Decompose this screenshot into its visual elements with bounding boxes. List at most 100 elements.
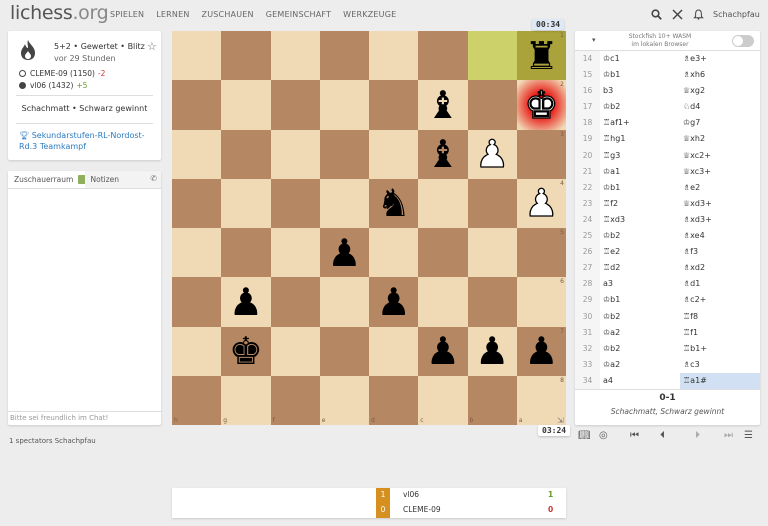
black-piece[interactable]: ♟ [369, 277, 418, 326]
team-row[interactable]: 1 vl06 1 [172, 488, 566, 503]
move-black[interactable]: ♕xd3+ [680, 196, 760, 212]
move-black[interactable]: ♗xd3+ [680, 212, 760, 228]
move-white[interactable]: ♖af1+ [600, 115, 680, 131]
board-square[interactable] [270, 326, 320, 376]
prev-move-icon[interactable]: ⏴︎ [660, 430, 665, 441]
team-row[interactable]: 0 CLEME-09 0 [172, 503, 566, 518]
tab-notes[interactable]: Notizen ✆ [84, 171, 161, 188]
move-black[interactable]: ♖f8 [680, 309, 760, 325]
board-square[interactable] [319, 31, 369, 81]
move-black[interactable]: ♖f1 [680, 325, 760, 341]
nav-lernen[interactable]: LERNEN [156, 10, 189, 19]
board-square[interactable] [418, 375, 468, 425]
board-square[interactable] [221, 31, 271, 81]
book-icon[interactable]: 📖︎ [578, 430, 591, 441]
board-square[interactable] [369, 31, 419, 81]
black-piece[interactable]: ♝ [418, 80, 467, 129]
board-square[interactable] [319, 178, 369, 228]
board-square[interactable] [369, 80, 419, 130]
first-move-icon[interactable]: ⏮︎ [630, 430, 639, 441]
black-piece[interactable]: ♟ [418, 327, 467, 376]
board-square[interactable] [369, 228, 419, 278]
board-square[interactable] [467, 375, 517, 425]
board-square[interactable] [270, 228, 320, 278]
engine-toggle[interactable] [732, 35, 754, 47]
board-square[interactable] [319, 375, 369, 425]
move-white[interactable]: ♖g3 [600, 148, 680, 164]
tournament-link[interactable]: 🏆︎ Sekundarstufen-RL-Nordost- Rd.3 Teamka… [19, 130, 145, 152]
move-black[interactable]: ♗e2 [680, 180, 760, 196]
board-square[interactable] [467, 277, 517, 327]
board-square[interactable] [270, 129, 320, 179]
board-square[interactable] [418, 228, 468, 278]
move-white[interactable]: ♖xd3 [600, 212, 680, 228]
board-square[interactable] [270, 277, 320, 327]
next-move-icon[interactable]: ⏵︎ [695, 430, 700, 441]
black-piece[interactable]: ♟ [517, 327, 566, 376]
move-white[interactable]: ♖d2 [600, 260, 680, 276]
board-square[interactable] [221, 178, 271, 228]
move-white[interactable]: ♔a1 [600, 164, 680, 180]
bookmark-star-icon[interactable]: ☆ [147, 40, 157, 53]
move-white[interactable]: ♖f2 [600, 196, 680, 212]
black-piece[interactable]: ♞ [369, 179, 418, 228]
nav-werkzeuge[interactable]: WERKZEUGE [343, 10, 396, 19]
move-black[interactable]: ♕xc2+ [680, 148, 760, 164]
board-square[interactable] [467, 178, 517, 228]
board-square[interactable] [221, 80, 271, 130]
move-white[interactable]: ♖e2 [600, 244, 680, 260]
board-square[interactable] [270, 178, 320, 228]
black-piece[interactable]: ♟ [468, 327, 517, 376]
move-black[interactable]: ♗f3 [680, 244, 760, 260]
move-black[interactable]: ♖b1+ [680, 341, 760, 357]
tab-spectator-room[interactable]: Zuschauerraum [8, 171, 87, 188]
board-square[interactable] [319, 326, 369, 376]
username-link[interactable]: Schachpfau [713, 10, 760, 19]
board-square[interactable] [418, 178, 468, 228]
move-white[interactable]: ♔b2 [600, 309, 680, 325]
black-piece[interactable]: ♝ [418, 130, 467, 179]
white-player[interactable]: CLEME-09 (1150) -2 [19, 69, 105, 78]
board-square[interactable] [172, 80, 222, 130]
move-black[interactable]: ♗c2+ [680, 292, 760, 308]
board-square[interactable] [270, 31, 320, 81]
move-white[interactable]: ♖hg1 [600, 131, 680, 147]
board-square[interactable] [270, 80, 320, 130]
nav-gemeinschaft[interactable]: GEMEINSCHAFT [266, 10, 331, 19]
chess-board[interactable]: 1 2 3 4 5 6 7 8 h g f e d c b a ♜ ♝ ♚ ♝ ♟ ♞ ♟ ♟ ♟ ♟ ♚ ♟ ♟ ♟ [172, 31, 566, 425]
move-white[interactable]: ♔b2 [600, 341, 680, 357]
board-square[interactable] [172, 228, 222, 278]
move-white[interactable]: ♔a2 [600, 325, 680, 341]
white-piece[interactable]: ♟ [517, 179, 566, 228]
board-square[interactable] [172, 277, 222, 327]
target-icon[interactable]: ◎ [599, 430, 608, 441]
board-square[interactable] [418, 277, 468, 327]
move-black[interactable]: ♗xe4 [680, 228, 760, 244]
board-square[interactable] [172, 375, 222, 425]
move-white[interactable]: a4 [600, 373, 680, 389]
move-black[interactable]: ♗d1 [680, 276, 760, 292]
move-white[interactable]: a3 [600, 276, 680, 292]
black-piece[interactable]: ♟ [221, 277, 270, 326]
site-logo[interactable]: lichess.org [10, 2, 109, 24]
nav-zuschauen[interactable]: ZUSCHAUEN [202, 10, 254, 19]
move-black[interactable]: ♕xh2 [680, 131, 760, 147]
move-black[interactable]: ♔g7 [680, 115, 760, 131]
bell-icon[interactable] [692, 9, 704, 21]
move-white[interactable]: ♔b1 [600, 67, 680, 83]
move-white[interactable]: ♔b1 [600, 180, 680, 196]
board-square[interactable] [369, 326, 419, 376]
move-white[interactable]: ♔b2 [600, 99, 680, 115]
move-white[interactable]: b3 [600, 83, 680, 99]
move-white[interactable]: ♔b1 [600, 292, 680, 308]
board-square[interactable] [516, 129, 566, 179]
board-square[interactable] [467, 228, 517, 278]
board-square[interactable] [172, 31, 222, 81]
board-square[interactable] [369, 375, 419, 425]
move-black[interactable]: ♗xh6 [680, 67, 760, 83]
black-piece[interactable]: ♚ [221, 327, 270, 376]
board-square[interactable] [369, 129, 419, 179]
caret-down-icon[interactable]: ▾ [592, 36, 596, 44]
last-move-icon[interactable]: ⏭︎ [724, 430, 733, 441]
move-black[interactable]: ♕xc3+ [680, 164, 760, 180]
